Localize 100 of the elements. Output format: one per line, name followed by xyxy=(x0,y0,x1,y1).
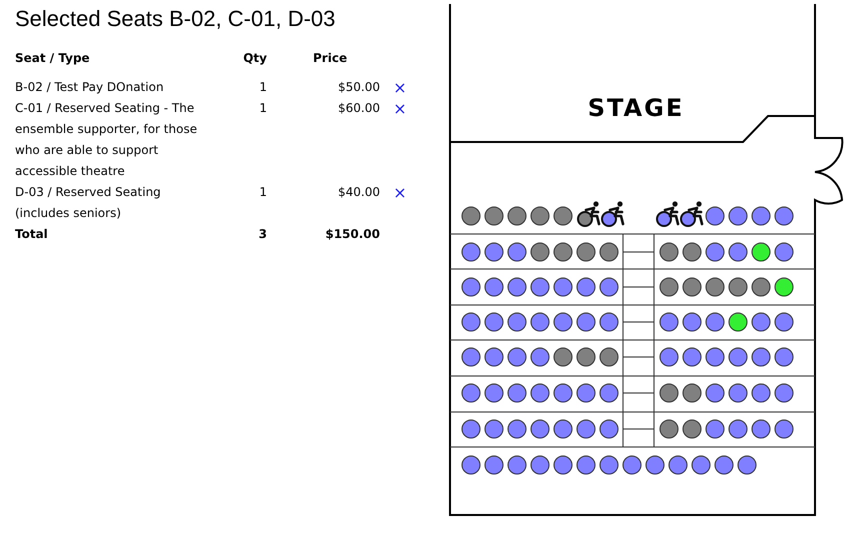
seat[interactable] xyxy=(530,420,550,438)
seat[interactable] xyxy=(484,206,504,226)
seat[interactable] xyxy=(728,242,748,262)
seat[interactable] xyxy=(484,242,504,262)
seat[interactable] xyxy=(660,312,678,332)
seat[interactable] xyxy=(484,348,504,366)
seat[interactable] xyxy=(692,456,710,474)
seat[interactable] xyxy=(706,242,724,262)
seat[interactable] xyxy=(774,278,794,296)
seat[interactable] xyxy=(738,456,756,474)
seat[interactable] xyxy=(600,348,618,366)
seat[interactable] xyxy=(530,456,550,474)
seat[interactable] xyxy=(462,420,480,438)
seat[interactable] xyxy=(576,312,596,332)
seat[interactable] xyxy=(508,456,526,474)
seat[interactable] xyxy=(706,420,724,438)
seat[interactable] xyxy=(530,206,550,226)
seat[interactable] xyxy=(484,278,504,296)
seat[interactable] xyxy=(682,242,702,262)
seat[interactable] xyxy=(752,206,770,226)
seat[interactable] xyxy=(462,456,480,474)
wheelchair-seat[interactable] xyxy=(577,201,600,227)
seat[interactable] xyxy=(462,348,480,366)
seat[interactable] xyxy=(508,242,526,262)
seat[interactable] xyxy=(508,312,526,332)
seat[interactable] xyxy=(682,312,702,332)
wheelchair-seat[interactable] xyxy=(601,201,624,227)
seat[interactable] xyxy=(508,420,526,438)
seat[interactable] xyxy=(752,348,770,366)
seat[interactable] xyxy=(554,278,572,296)
seat[interactable] xyxy=(706,348,724,366)
seat[interactable] xyxy=(622,456,642,474)
seat[interactable] xyxy=(600,278,618,296)
seat[interactable] xyxy=(576,348,596,366)
remove-button[interactable]: × xyxy=(393,77,407,98)
seat[interactable] xyxy=(774,348,794,366)
seat[interactable] xyxy=(554,384,572,402)
seat[interactable] xyxy=(660,242,678,262)
seat[interactable] xyxy=(554,456,572,474)
seat[interactable] xyxy=(706,206,724,226)
seat[interactable] xyxy=(462,278,480,296)
seat[interactable] xyxy=(706,312,724,332)
seat[interactable] xyxy=(484,456,504,474)
seat[interactable] xyxy=(646,456,664,474)
seat[interactable] xyxy=(462,384,480,402)
seat[interactable] xyxy=(682,420,702,438)
seat[interactable] xyxy=(714,456,734,474)
seat[interactable] xyxy=(530,348,550,366)
remove-button[interactable]: × xyxy=(393,98,407,119)
seat[interactable] xyxy=(668,456,688,474)
seat[interactable] xyxy=(774,242,794,262)
remove-button[interactable]: × xyxy=(393,182,407,203)
seat[interactable] xyxy=(728,278,748,296)
seat[interactable] xyxy=(752,384,770,402)
seat[interactable] xyxy=(682,278,702,296)
seat[interactable] xyxy=(774,312,794,332)
seat[interactable] xyxy=(600,384,618,402)
seat[interactable] xyxy=(508,278,526,296)
seat[interactable] xyxy=(554,348,572,366)
seat[interactable] xyxy=(576,456,596,474)
seat[interactable] xyxy=(530,384,550,402)
seat[interactable] xyxy=(530,278,550,296)
seat[interactable] xyxy=(660,384,678,402)
seat[interactable] xyxy=(752,312,770,332)
seat[interactable] xyxy=(484,420,504,438)
seat[interactable] xyxy=(728,206,748,226)
seat[interactable] xyxy=(682,348,702,366)
seat[interactable] xyxy=(600,242,618,262)
seat[interactable] xyxy=(706,384,724,402)
seat[interactable] xyxy=(462,206,480,226)
seat[interactable] xyxy=(600,456,618,474)
seat[interactable] xyxy=(462,312,480,332)
seat[interactable] xyxy=(508,384,526,402)
wheelchair-seat[interactable] xyxy=(656,201,680,227)
seat[interactable] xyxy=(508,348,526,366)
seat[interactable] xyxy=(752,278,770,296)
seat[interactable] xyxy=(530,312,550,332)
seat[interactable] xyxy=(660,420,678,438)
seat[interactable] xyxy=(774,420,794,438)
seat[interactable] xyxy=(728,384,748,402)
seat[interactable] xyxy=(576,278,596,296)
seat[interactable] xyxy=(774,384,794,402)
seat[interactable] xyxy=(554,206,572,226)
seat[interactable] xyxy=(554,420,572,438)
seat[interactable] xyxy=(728,312,748,332)
seat[interactable] xyxy=(576,242,596,262)
seat[interactable] xyxy=(682,384,702,402)
seat[interactable] xyxy=(752,420,770,438)
seat[interactable] xyxy=(576,420,596,438)
seat[interactable] xyxy=(508,206,526,226)
seat[interactable] xyxy=(554,242,572,262)
seat[interactable] xyxy=(728,420,748,438)
seat[interactable] xyxy=(728,348,748,366)
seat[interactable] xyxy=(600,312,618,332)
seat[interactable] xyxy=(462,242,480,262)
seat[interactable] xyxy=(660,348,678,366)
seat[interactable] xyxy=(484,384,504,402)
seat[interactable] xyxy=(484,312,504,332)
seat[interactable] xyxy=(706,278,724,296)
seat[interactable] xyxy=(752,242,770,262)
